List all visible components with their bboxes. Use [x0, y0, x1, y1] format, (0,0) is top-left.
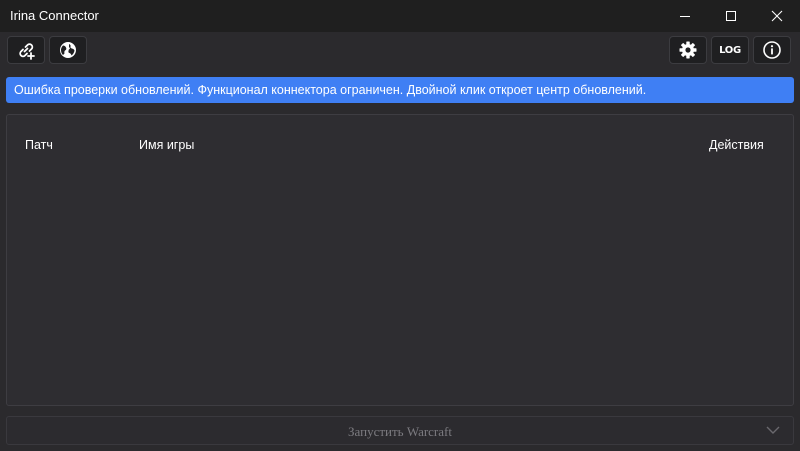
log-label: LOG	[719, 44, 741, 56]
settings-button[interactable]	[669, 36, 707, 64]
column-header-patch[interactable]: Патч	[25, 138, 53, 152]
launch-label: Запустить Warcraft	[348, 424, 452, 439]
column-header-game-name[interactable]: Имя игры	[139, 138, 194, 152]
title-bar: Irina Connector	[0, 0, 800, 32]
column-header-actions[interactable]: Действия	[709, 138, 764, 152]
chevron-down-icon[interactable]	[765, 425, 781, 435]
launch-warcraft-button[interactable]: Запустить Warcraft	[6, 416, 794, 445]
close-button[interactable]	[754, 0, 800, 32]
info-icon	[763, 41, 781, 59]
add-link-icon	[19, 43, 35, 60]
maximize-icon	[726, 11, 736, 21]
maximize-button[interactable]	[708, 0, 754, 32]
add-link-button[interactable]	[7, 36, 45, 64]
update-error-banner[interactable]: Ошибка проверки обновлений. Функционал к…	[6, 77, 794, 103]
gear-icon	[679, 41, 697, 59]
globe-icon	[60, 42, 76, 58]
minimize-button[interactable]	[662, 0, 708, 32]
games-table: Патч Имя игры Действия	[6, 114, 794, 406]
globe-button[interactable]	[49, 36, 87, 64]
close-icon	[771, 10, 783, 22]
log-button[interactable]: LOG	[711, 36, 749, 64]
minimize-icon	[680, 16, 690, 17]
window-title: Irina Connector	[10, 8, 99, 23]
info-button[interactable]	[753, 36, 791, 64]
